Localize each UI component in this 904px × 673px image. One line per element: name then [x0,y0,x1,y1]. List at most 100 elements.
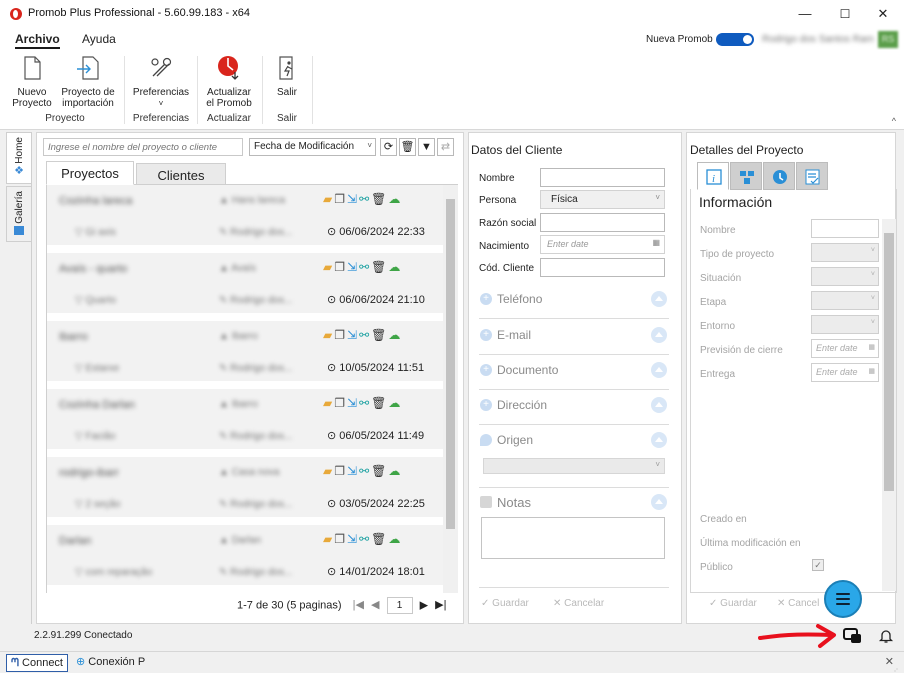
share-icon[interactable]: ⚯ [359,532,371,546]
telefono-section[interactable]: + Teléfono [479,285,669,319]
collapse-icon[interactable] [651,397,667,413]
close-button[interactable]: ✕ [868,4,898,24]
next-page-icon[interactable]: ▶ [420,599,428,611]
cloud-icon[interactable]: ☁ [388,532,402,546]
list-item[interactable]: Ibarro ▲ Ibarro ▽ Estarxe ✎ Rodrigo dos.… [47,321,445,385]
devices-icon[interactable] [843,628,863,644]
razon-input[interactable] [540,213,665,232]
proyecto-importacion-button[interactable]: Proyecto de importación [58,54,118,109]
export-icon[interactable]: ⇲ [347,328,359,342]
entrega-date-input[interactable]: Enter date ▦ [811,363,879,382]
trash-icon[interactable]: 🗑 [371,328,388,342]
direccion-section[interactable]: + Dirección [479,391,669,425]
list-item[interactable]: Cozinha lareca ▲ Hans lareca ▽ Gi axis ✎… [47,185,445,249]
share-icon[interactable]: ⚯ [359,396,371,410]
entorno-select[interactable]: ˅ [811,315,879,334]
trash-icon[interactable]: 🗑 [371,260,388,274]
cancelar-client-button[interactable]: ✕ Cancelar [553,598,604,609]
origen-select[interactable]: ˅ [483,458,665,474]
open-folder-icon[interactable]: ▰ [323,532,334,546]
connect-tab[interactable]: ᘉ Connect [6,654,68,672]
calendar-icon[interactable]: ▦ [868,367,875,375]
page-input[interactable]: 1 [386,597,413,614]
list-item[interactable]: Cozinha Darlan ▲ Ibarro ▽ Facião ✎ Rodri… [47,389,445,453]
collapse-icon[interactable] [651,494,667,510]
copy-icon[interactable]: ❐ [334,532,347,546]
export-icon[interactable]: ⇲ [347,260,359,274]
cloud-icon[interactable]: ☁ [388,328,402,342]
trash-icon[interactable]: 🗑 [371,464,388,478]
cloud-icon[interactable]: ☁ [388,260,402,274]
prevision-date-input[interactable]: Enter date ▦ [811,339,879,358]
cloud-icon[interactable]: ☁ [388,396,402,410]
nueva-promob-toggle[interactable] [716,33,754,46]
tab-structure[interactable] [730,162,762,190]
open-folder-icon[interactable]: ▰ [323,192,334,206]
ribbon-collapse-icon[interactable]: ^ [892,116,896,126]
details-scrollbar[interactable] [882,219,896,591]
export-icon[interactable]: ⇲ [347,396,359,410]
copy-icon[interactable]: ❐ [334,260,347,274]
guardar-client-button[interactable]: ✓ Guardar [481,598,529,609]
export-icon[interactable]: ⇲ [347,192,359,206]
salir-button[interactable]: Salir [268,54,306,98]
nacimiento-input[interactable]: Enter date ▦ [540,235,665,254]
cancelar-details-button[interactable]: ✕ Cancel [777,598,819,609]
collapse-icon[interactable] [651,291,667,307]
copy-icon[interactable]: ❐ [334,464,347,478]
preferencias-button[interactable]: Preferencias ˅ [130,54,192,109]
last-page-icon[interactable]: ▶| [435,599,446,611]
calendar-icon[interactable]: ▦ [868,343,875,351]
tab-galeria[interactable]: Galería [6,186,32,242]
trash-icon[interactable]: 🗑 [371,532,388,546]
user-avatar[interactable]: RS [878,31,898,48]
minimize-button[interactable]: — [790,4,820,24]
tab-info[interactable]: i [697,162,729,190]
persona-select[interactable]: Física ˅ [540,190,665,209]
maximize-button[interactable]: ☐ [830,4,860,24]
trash-icon[interactable]: 🗑 [371,396,388,410]
list-scrollbar[interactable] [443,185,458,593]
close-icon[interactable]: ✕ [885,655,894,668]
delete-icon[interactable]: 🗑 [399,138,416,156]
export-icon[interactable]: ⇲ [347,532,359,546]
user-name[interactable]: Rodrigo dos Santos Ram [762,34,874,45]
share-icon[interactable]: ⚯ [359,260,371,274]
menu-archivo[interactable]: Archivo [15,32,60,49]
resize-grip-icon[interactable]: ⋰ [892,668,898,673]
share-icon[interactable]: ⚯ [359,328,371,342]
list-item[interactable]: Darlan ▲ Darlan ▽ com reparação ✎ Rodrig… [47,525,445,589]
tab-history[interactable] [763,162,795,190]
scrollbar-thumb[interactable] [884,233,894,491]
copy-icon[interactable]: ❐ [334,328,347,342]
tab-checklist[interactable] [796,162,828,190]
share-icon[interactable]: ⚯ [359,192,371,206]
open-folder-icon[interactable]: ▰ [323,464,334,478]
tab-proyectos[interactable]: Proyectos [46,161,134,185]
first-page-icon[interactable]: |◀ [353,599,364,611]
list-item[interactable]: Avaís - quarto ▲ Avaís ▽ Quarto ✎ Rodrig… [47,253,445,317]
refresh-icon[interactable]: ⟳ [380,138,397,156]
sort-select[interactable]: Fecha de Modificación ˅ [249,138,376,156]
copy-icon[interactable]: ❐ [334,192,347,206]
open-folder-icon[interactable]: ▰ [323,396,334,410]
open-folder-icon[interactable]: ▰ [323,260,334,274]
filter-icon[interactable]: ▼ [418,138,435,156]
project-search-input[interactable] [43,138,243,156]
collapse-icon[interactable] [651,362,667,378]
tab-clientes[interactable]: Clientes [136,163,226,185]
swap-icon[interactable]: ⇄ [437,138,454,156]
situacion-select[interactable]: ˅ [811,267,879,286]
calendar-icon[interactable]: ▦ [652,238,660,247]
documento-section[interactable]: + Documento [479,356,669,390]
detail-nombre-input[interactable] [811,219,879,238]
tab-home[interactable]: Home ❖ [6,132,32,184]
notes-textarea[interactable] [481,517,665,559]
prev-page-icon[interactable]: ◀ [371,599,379,611]
origen-section[interactable]: Origen [479,426,669,460]
actualizar-button[interactable]: Actualizar el Promob [202,54,256,109]
tipo-proyecto-select[interactable]: ˅ [811,243,879,262]
collapse-icon[interactable] [651,432,667,448]
nuevo-proyecto-button[interactable]: Nuevo Proyecto [10,54,54,109]
scrollbar-thumb[interactable] [446,199,455,529]
